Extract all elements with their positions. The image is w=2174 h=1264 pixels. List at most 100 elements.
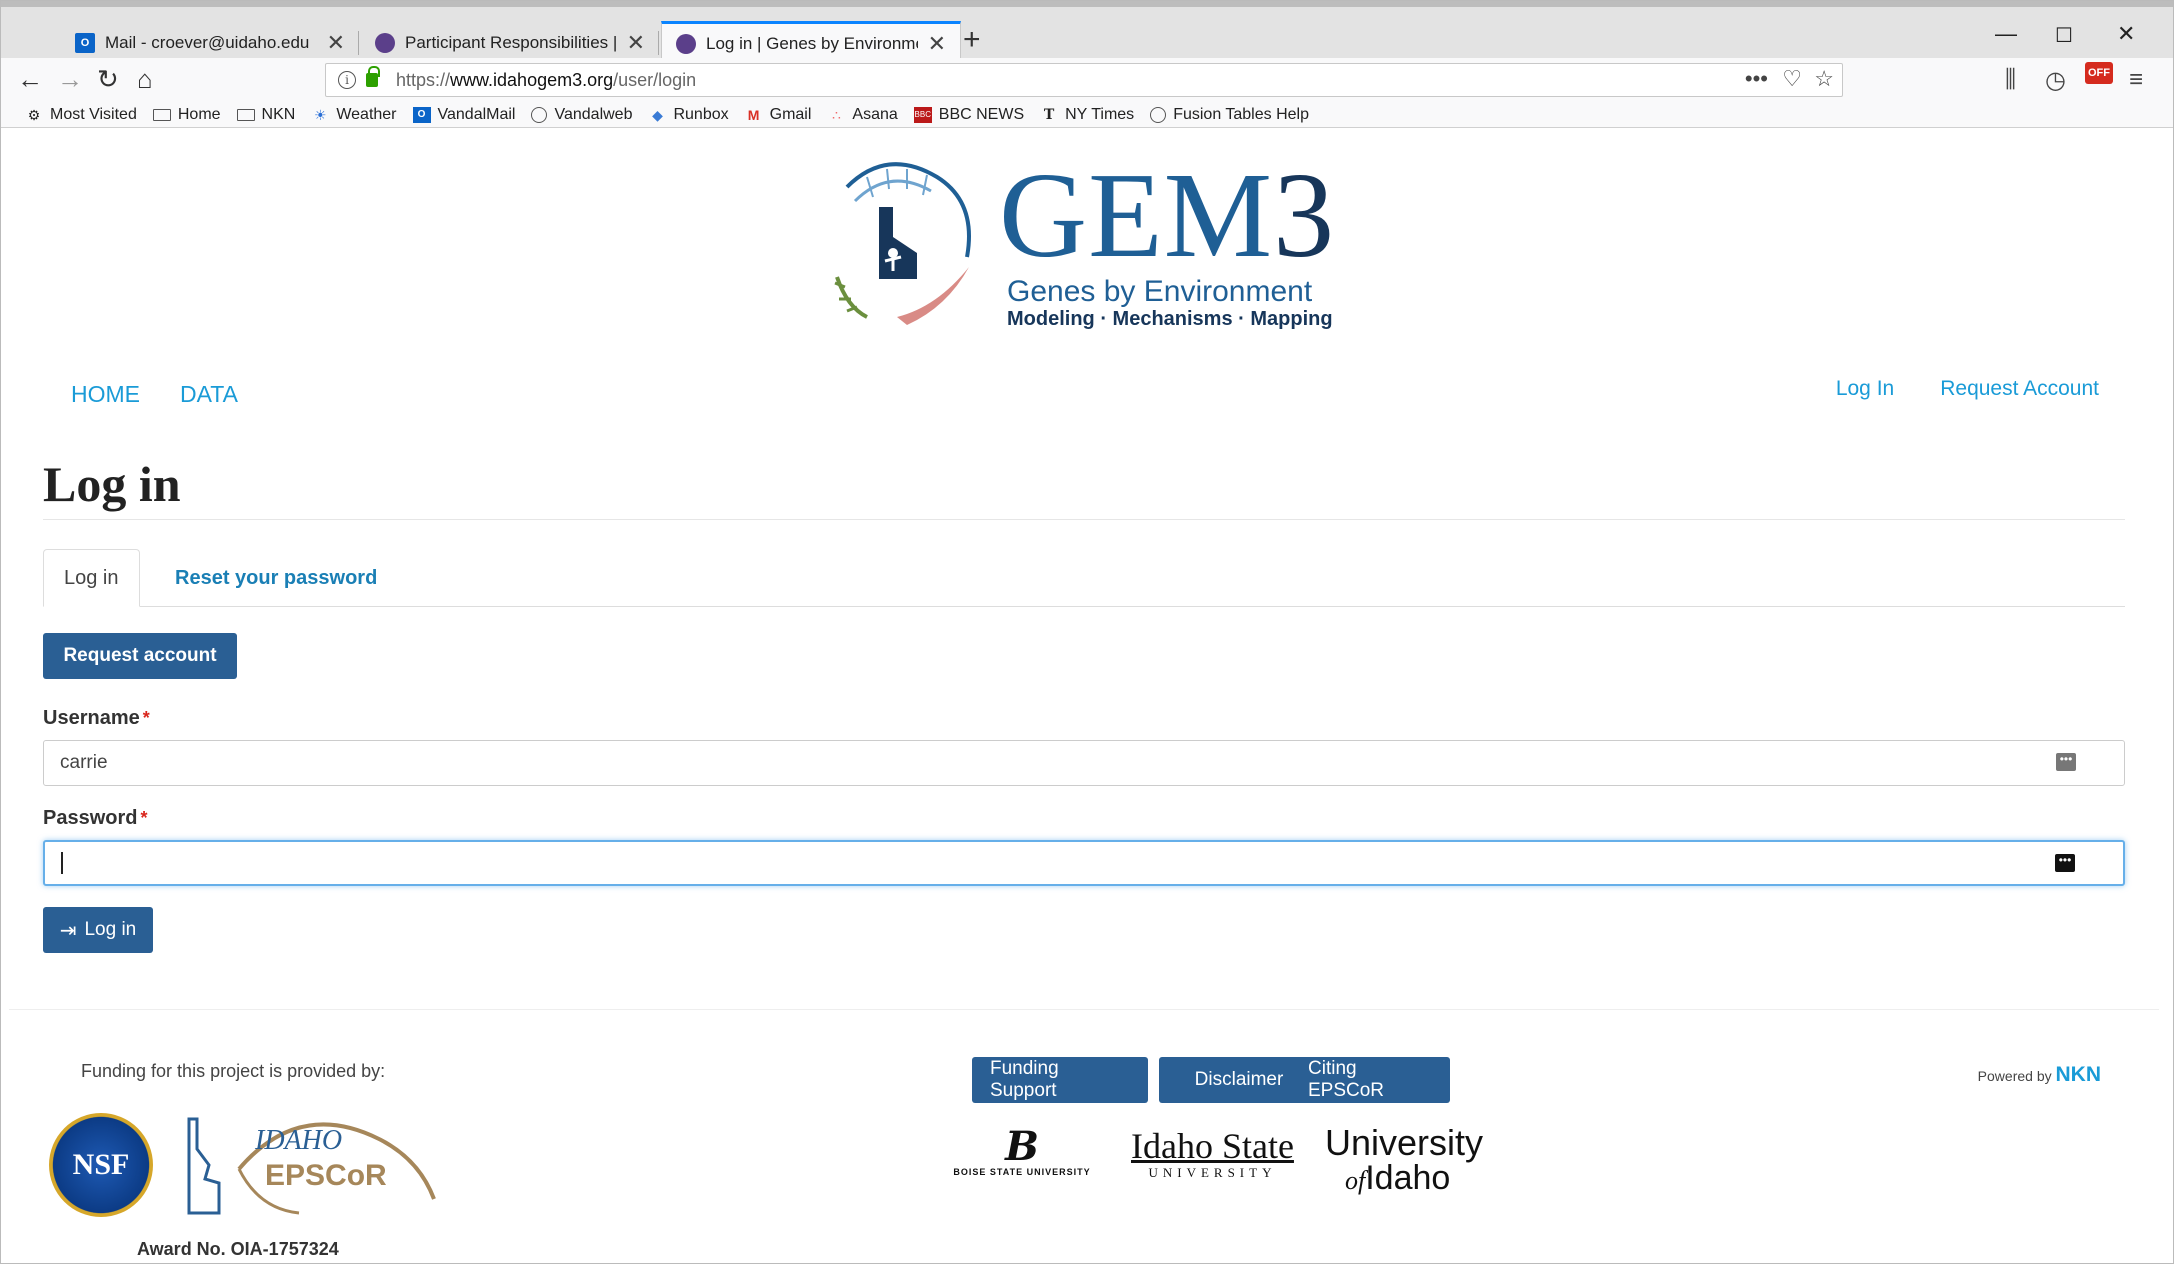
library-icon[interactable]: ⫼ xyxy=(2005,66,2016,94)
funding-support-button[interactable]: Funding Support xyxy=(972,1057,1148,1103)
bookmark-label: Asana xyxy=(852,105,898,123)
bookmark-weather[interactable]: ☀ Weather xyxy=(311,106,396,124)
password-manager-icon[interactable]: ••• xyxy=(2055,854,2075,872)
bookmark-label: Vandalweb xyxy=(554,105,633,123)
runbox-icon: ◆ xyxy=(652,106,663,123)
window-close-icon[interactable]: ✕ xyxy=(2117,21,2135,47)
bookmark-label: VandalMail xyxy=(437,105,516,123)
username-value: carrie xyxy=(60,752,108,773)
logo-title: GEM xyxy=(999,148,1274,283)
new-tab-icon[interactable]: + xyxy=(963,23,981,57)
boise-state-logo: B BOISE STATE UNIVERSITY xyxy=(939,1127,1105,1178)
password-input[interactable]: ••• xyxy=(43,840,2125,886)
back-icon[interactable]: ← xyxy=(17,64,43,94)
epscor-logo-bottom: EPSCoR xyxy=(265,1159,387,1192)
close-tab-icon[interactable]: ✕ xyxy=(327,31,345,54)
login-submit-button[interactable]: ⇥ Log in xyxy=(43,907,153,953)
pocket-icon[interactable]: ♡ xyxy=(1782,66,1802,92)
bookmark-vandalmail[interactable]: O VandalMail xyxy=(412,105,516,124)
bookmark-label: Home xyxy=(177,105,221,123)
bookmark-star-icon[interactable]: ☆ xyxy=(1814,66,1834,92)
page-actions-icon[interactable]: ••• xyxy=(1745,66,1768,92)
login-link[interactable]: Log In xyxy=(1836,377,1894,401)
request-account-link[interactable]: Request Account xyxy=(1940,377,2099,401)
tab-title: Participant Responsibilities | Ge xyxy=(405,32,617,52)
page-content: GEM3 Genes by Environment Modeling · Mec… xyxy=(9,129,2159,1263)
bookmark-runbox[interactable]: ◆ Runbox xyxy=(648,106,729,124)
idaho-epscor-logo: IDAHO EPSCoR xyxy=(179,1109,439,1219)
login-tabs: Log in Reset your password xyxy=(43,549,2125,607)
bookmark-label: NY Times xyxy=(1065,105,1135,123)
gmail-icon: M xyxy=(747,106,760,123)
bookmark-label: NKN xyxy=(261,105,296,123)
gem3-icon xyxy=(375,32,395,53)
bookmark-label: BBC NEWS xyxy=(938,105,1025,123)
forward-icon[interactable]: → xyxy=(57,64,83,94)
funding-text: Funding for this project is provided by: xyxy=(81,1061,386,1081)
globe-icon xyxy=(1150,106,1167,123)
password-manager-icon[interactable]: ••• xyxy=(2056,753,2076,771)
nav-home-link[interactable]: HOME xyxy=(71,381,140,408)
bookmark-most-visited[interactable]: ⚙ Most Visited xyxy=(25,106,137,124)
history-icon[interactable]: ◷ xyxy=(2045,66,2066,95)
citing-epscor-button[interactable]: Citing EPSCoR xyxy=(1290,1057,1450,1103)
login-submit-label: Log in xyxy=(84,919,137,940)
tab-reset-password[interactable]: Reset your password xyxy=(175,549,377,607)
site-logo[interactable]: GEM3 Genes by Environment Modeling · Mec… xyxy=(827,155,1347,337)
username-label-text: Username xyxy=(43,707,140,729)
university-of-idaho-logo: University ofIdaho xyxy=(1325,1125,1483,1198)
user-nav: Log In Request Account xyxy=(1836,377,2099,401)
bookmark-home[interactable]: Home xyxy=(152,105,221,124)
gem3-icon xyxy=(676,34,696,54)
tab-strip: O Mail - croever@uidaho.edu ✕ Participan… xyxy=(1,1,2173,64)
bookmark-gmail[interactable]: M Gmail xyxy=(745,106,812,124)
globe-icon xyxy=(531,106,548,123)
maximize-icon[interactable]: ☐ xyxy=(2055,23,2073,48)
site-info-icon[interactable]: i xyxy=(338,71,356,89)
uidaho-top: University xyxy=(1325,1122,1484,1163)
url-host: www.idahogem3.org xyxy=(450,69,614,90)
folder-icon xyxy=(152,108,171,121)
minimize-icon[interactable]: — xyxy=(1995,21,2017,47)
extension-off-icon[interactable]: OFF xyxy=(2085,62,2113,84)
bookmark-vandalweb[interactable]: Vandalweb xyxy=(531,106,632,124)
folder-icon xyxy=(236,108,255,121)
url-path: /user/login xyxy=(613,69,697,90)
title-divider xyxy=(43,519,2125,520)
idaho-state-logo: Idaho State UNIVERSITY xyxy=(1131,1127,1294,1181)
url-bar[interactable]: i https://www.idahogem3.org/user/login •… xyxy=(325,63,1843,97)
bookmark-fusion-tables-help[interactable]: Fusion Tables Help xyxy=(1150,106,1309,124)
home-icon[interactable]: ⌂ xyxy=(137,64,153,94)
tab-login[interactable]: Log in xyxy=(43,549,140,607)
url-scheme: https:// xyxy=(396,69,451,90)
password-label-text: Password xyxy=(43,807,138,829)
username-input[interactable]: carrie ••• xyxy=(43,740,2125,786)
close-tab-icon[interactable]: ✕ xyxy=(627,31,645,54)
outlook-icon: O xyxy=(412,106,431,123)
request-account-button[interactable]: Request account xyxy=(43,633,237,679)
gear-icon: ⚙ xyxy=(27,106,41,123)
logo-subtitle: Genes by Environment xyxy=(1007,275,1313,308)
award-number: Award No. OIA-1757324 xyxy=(137,1239,339,1259)
bbc-icon: BBC xyxy=(913,106,932,123)
uidaho-of: of xyxy=(1345,1166,1366,1195)
bookmark-ny-times[interactable]: T NY Times xyxy=(1040,106,1134,124)
bookmark-bbc-news[interactable]: BBC BBC NEWS xyxy=(913,105,1025,124)
nsf-logo: NSF xyxy=(49,1113,153,1217)
tab-title: Log in | Genes by Environment xyxy=(706,34,918,53)
nkn-link[interactable]: NKN xyxy=(2056,1063,2102,1086)
navigation-toolbar: ← → ↻ ⌂ i https://www.idahogem3.org/user… xyxy=(1,58,2173,102)
menu-icon[interactable]: ≡ xyxy=(2129,66,2143,94)
nav-data-link[interactable]: DATA xyxy=(180,381,238,408)
logo-title-number: 3 xyxy=(1273,148,1336,283)
bookmark-asana[interactable]: ∴ Asana xyxy=(827,105,898,124)
reload-icon[interactable]: ↻ xyxy=(97,64,119,94)
lock-icon xyxy=(366,66,380,87)
bookmark-nkn[interactable]: NKN xyxy=(236,105,296,124)
browser-window: O Mail - croever@uidaho.edu ✕ Participan… xyxy=(0,0,2174,1264)
nytimes-icon: T xyxy=(1043,106,1055,123)
idaho-state-bottom: UNIVERSITY xyxy=(1148,1165,1277,1180)
close-tab-icon[interactable]: ✕ xyxy=(928,33,946,55)
bookmark-label: Most Visited xyxy=(50,105,137,123)
gem3-emblem-icon xyxy=(834,162,971,325)
